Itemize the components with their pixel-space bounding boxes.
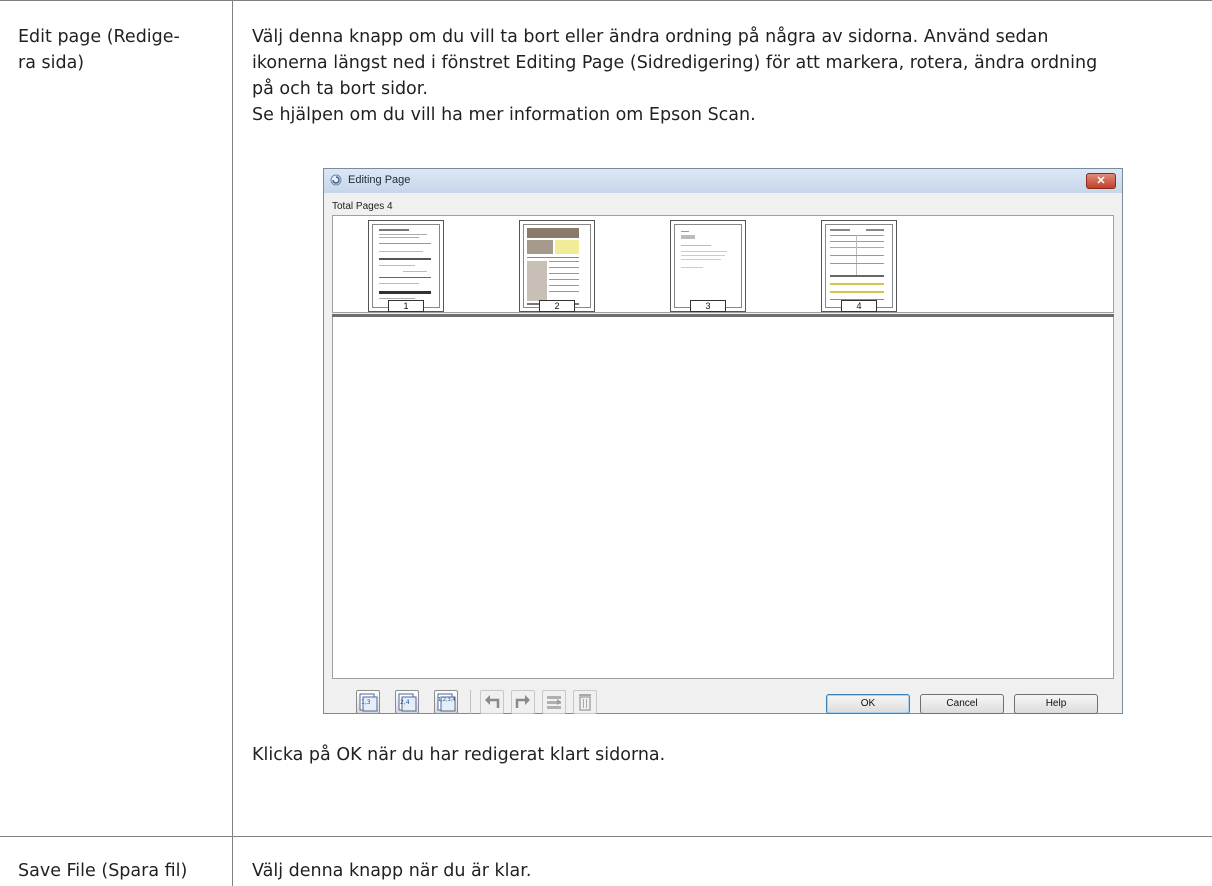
rotate-right-button[interactable] <box>511 690 535 714</box>
page-number-box: 4 <box>841 300 877 312</box>
app-icon <box>330 174 342 186</box>
page-thumbnail[interactable] <box>368 220 444 312</box>
reorder-icon <box>547 696 561 709</box>
odd-pages-icon: 1,3 <box>359 693 378 712</box>
rotate-right-icon <box>515 695 530 708</box>
reorder-pages-button[interactable] <box>542 690 566 714</box>
page-thumbnail[interactable] <box>821 220 897 312</box>
row-1-description: Välj denna knapp om du vill ta bort elle… <box>252 24 1202 128</box>
rotate-left-icon <box>485 695 500 708</box>
toolbar-separator <box>470 690 471 714</box>
table-top-border <box>0 0 1212 1</box>
page-3-content <box>681 231 727 268</box>
select-all-pages-button[interactable]: 1,2,3,4 <box>434 690 458 714</box>
row-2-label: Save File (Spara fil) <box>18 861 188 881</box>
total-pages-label: Total Pages 4 <box>332 201 393 212</box>
thumbnail-panel: 1 2 3 4 <box>332 215 1114 313</box>
page-1-content <box>379 229 431 299</box>
cancel-button[interactable]: Cancel <box>920 694 1004 714</box>
window-title-bar: Editing Page ✕ <box>324 169 1122 193</box>
delete-page-button[interactable] <box>573 690 597 714</box>
rotate-left-button[interactable] <box>480 690 504 714</box>
select-even-pages-button[interactable]: 2,4 <box>395 690 419 714</box>
help-button[interactable]: Help <box>1014 694 1098 714</box>
row-2-description: Välj denna knapp när du är klar. <box>252 861 532 881</box>
row-1-desc-line-2: ikonerna längst ned i fönstret Editing P… <box>252 53 1098 73</box>
document-table: Edit page (Redige- ra sida) Välj denna k… <box>0 0 1212 886</box>
row-1-after-screenshot: Klicka på OK när du har redigerat klart … <box>252 745 666 765</box>
table-column-divider <box>232 0 233 886</box>
table-row-divider <box>0 836 1212 837</box>
close-icon: ✕ <box>1096 175 1106 187</box>
row-1-desc-line-3: på och ta bort sidor. <box>252 79 428 99</box>
select-odd-pages-button[interactable]: 1,3 <box>356 690 380 714</box>
page-number-box: 3 <box>690 300 726 312</box>
page-number-box: 1 <box>388 300 424 312</box>
editing-page-window: Editing Page ✕ Total Pages 4 1 2 3 4 1,3… <box>323 168 1123 714</box>
even-pages-icon: 2,4 <box>398 693 417 712</box>
row-1-label-line-2: ra sida) <box>18 53 85 73</box>
page-4-content <box>830 229 884 300</box>
page-2-content <box>527 228 579 305</box>
row-1-label: Edit page (Redige- ra sida) <box>18 24 223 76</box>
svg-text:1,2,3,4: 1,2,3,4 <box>438 697 456 703</box>
row-1-desc-line-1: Välj denna knapp om du vill ta bort elle… <box>252 27 1049 47</box>
svg-text:1,3: 1,3 <box>361 699 371 706</box>
row-1-label-line-1: Edit page (Redige- <box>18 27 180 47</box>
all-pages-icon: 1,2,3,4 <box>437 693 456 712</box>
page-number-box: 2 <box>539 300 575 312</box>
row-1-desc-line-4: Se hjälpen om du vill ha mer information… <box>252 105 756 125</box>
page-thumbnail[interactable] <box>670 220 746 312</box>
trash-icon <box>579 694 591 711</box>
svg-text:2,4: 2,4 <box>400 699 410 706</box>
page-thumbnail[interactable] <box>519 220 595 312</box>
preview-panel <box>332 317 1114 679</box>
ok-button[interactable]: OK <box>826 694 910 714</box>
close-button[interactable]: ✕ <box>1086 173 1116 189</box>
window-title: Editing Page <box>348 174 411 186</box>
